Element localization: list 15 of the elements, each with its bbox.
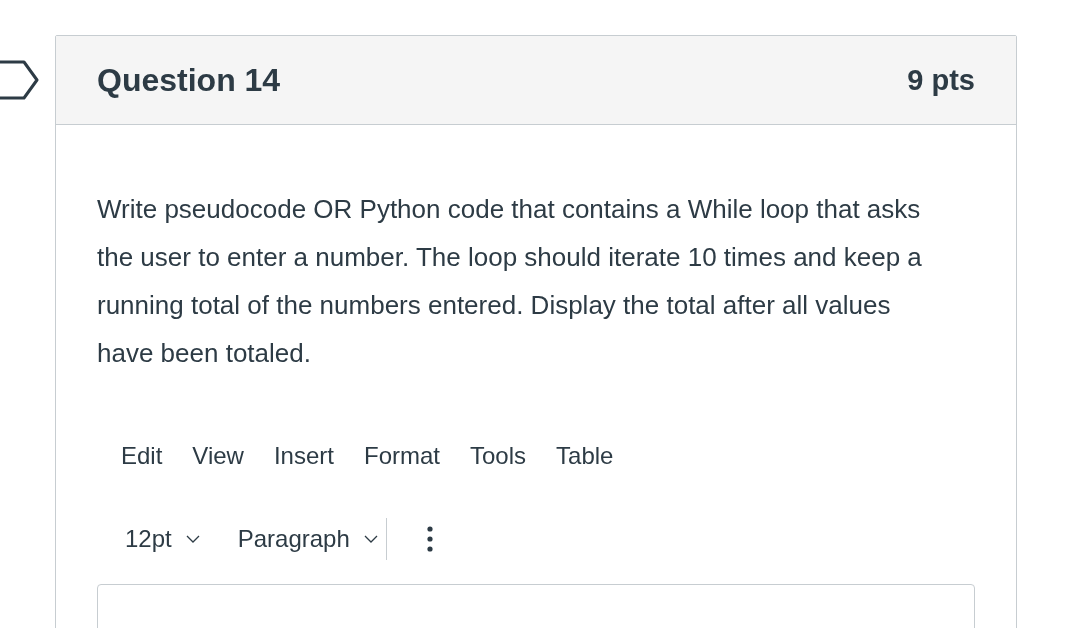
menu-item[interactable]: Edit [121, 442, 163, 470]
dropdown-button[interactable]: Paragraph [237, 525, 378, 553]
menu-item[interactable]: Insert [273, 442, 334, 470]
question-title: Question 14 [97, 61, 281, 99]
points-label: 9 pts [907, 63, 975, 97]
chevron-down-icon [363, 535, 378, 543]
menu-item[interactable]: View [192, 442, 244, 470]
menu-item[interactable]: Table [556, 442, 614, 470]
dropdown-button[interactable]: 12pt [125, 525, 200, 553]
menu-item[interactable]: Tools [470, 442, 527, 470]
chevron-down-icon [185, 535, 200, 543]
question-text: Write pseudocode OR Python code that contains a While loop that asks the user to enter a number. The loop should iterate 10 times and keep a running total of the numbers entered. Display the total after all values have been totaled. [97, 193, 923, 370]
bookmark-icon[interactable] [0, 58, 40, 102]
menu-item[interactable]: Format [364, 442, 440, 470]
more-options-icon[interactable] [426, 526, 433, 552]
